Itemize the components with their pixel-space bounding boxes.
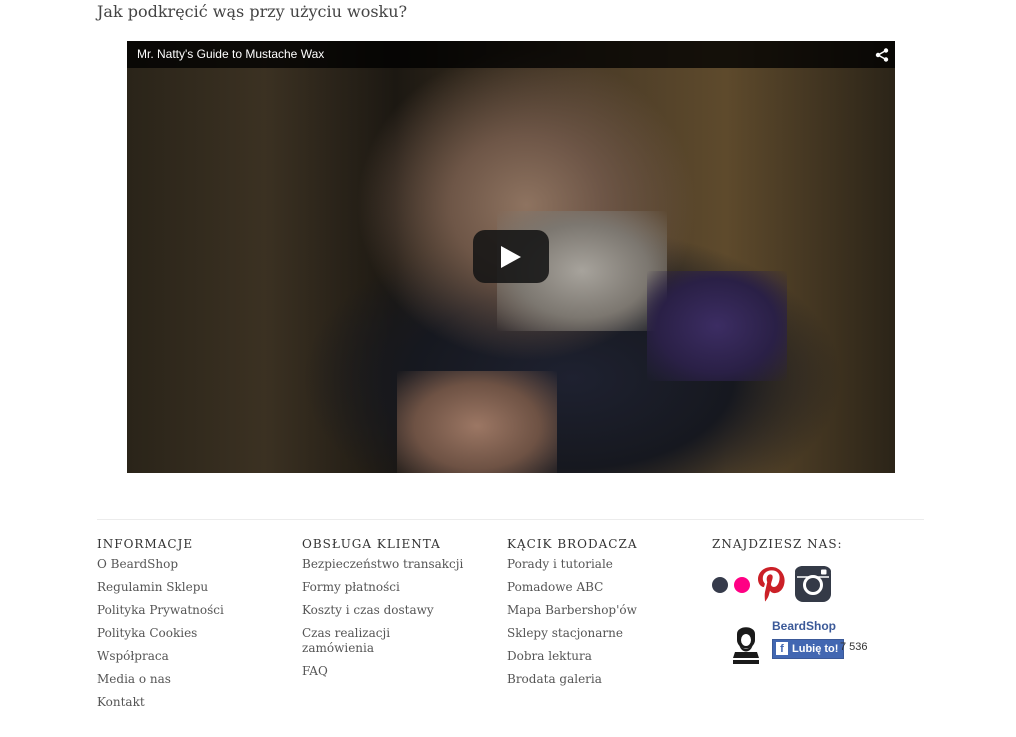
footer-link-czas-realizacji[interactable]: Czas realizacji zamówienia	[302, 626, 392, 656]
video-frame-scarf	[647, 271, 787, 381]
footer-link-o-beardshop[interactable]: O BeardShop	[97, 557, 287, 572]
footer-column-title: KĄCIK BRODACZA	[507, 537, 638, 551]
footer-column-informacje: INFORMACJE O BeardShop Regulamin Sklepu …	[97, 537, 287, 718]
video-player[interactable]: Mr. Natty's Guide to Mustache Wax	[127, 41, 895, 473]
footer-column-obsluga-klienta: OBSŁUGA KLIENTA Bezpieczeństwo transakcj…	[302, 537, 492, 687]
footer-link-porady[interactable]: Porady i tutoriale	[507, 557, 697, 572]
footer-link-mapa-barbershopow[interactable]: Mapa Barbershop'ów	[507, 603, 697, 618]
footer-link-polityka-cookies[interactable]: Polityka Cookies	[97, 626, 287, 641]
footer-link-koszty-dostawy[interactable]: Koszty i czas dostawy	[302, 603, 492, 618]
facebook-icon: f	[776, 642, 788, 655]
instagram-icon[interactable]	[794, 565, 832, 603]
footer-column-social: ZNAJDZIESZ NAS:	[712, 537, 902, 557]
page-title: Jak podkręcić wąs przy użyciu wosku?	[97, 2, 408, 21]
footer-link-dobra-lektura[interactable]: Dobra lektura	[507, 649, 697, 664]
footer-link-brodata-galeria[interactable]: Brodata galeria	[507, 672, 697, 687]
play-button[interactable]	[473, 230, 549, 283]
footer-link-polityka-prywatnosci[interactable]: Polityka Prywatności	[97, 603, 287, 618]
video-frame-hand	[397, 371, 557, 473]
footer-link-media-o-nas[interactable]: Media o nas	[97, 672, 287, 687]
footer-column-title: INFORMACJE	[97, 537, 194, 551]
footer-link-wspolpraca[interactable]: Współpraca	[97, 649, 287, 664]
share-icon[interactable]	[875, 47, 889, 62]
video-title[interactable]: Mr. Natty's Guide to Mustache Wax	[137, 47, 324, 61]
footer-link-faq[interactable]: FAQ	[302, 664, 492, 679]
footer-column-title: OBSŁUGA KLIENTA	[302, 537, 441, 551]
pinterest-icon[interactable]	[755, 565, 789, 603]
footer-link-bezpieczenstwo[interactable]: Bezpieczeństwo transakcji	[302, 557, 492, 572]
video-title-bar: Mr. Natty's Guide to Mustache Wax	[127, 41, 895, 68]
footer-link-formy-platnosci[interactable]: Formy płatności	[302, 580, 492, 595]
play-icon	[501, 246, 521, 268]
facebook-like-button[interactable]: f Lubię to!	[772, 639, 845, 659]
beardshop-logo	[727, 620, 765, 666]
flickr-icon[interactable]	[712, 565, 752, 605]
facebook-like-count: 7 536	[840, 641, 868, 653]
facebook-page-name[interactable]: BeardShop	[772, 619, 836, 633]
footer-divider	[97, 519, 924, 520]
footer-link-kontakt[interactable]: Kontakt	[97, 695, 287, 710]
facebook-like-label: Lubię to!	[792, 643, 839, 655]
social-title: ZNAJDZIESZ NAS:	[712, 537, 843, 551]
footer-link-sklepy[interactable]: Sklepy stacjonarne	[507, 626, 697, 641]
footer-link-pomadowe-abc[interactable]: Pomadowe ABC	[507, 580, 697, 595]
footer-link-regulamin[interactable]: Regulamin Sklepu	[97, 580, 287, 595]
footer-column-kacik-brodacza: KĄCIK BRODACZA Porady i tutoriale Pomado…	[507, 537, 697, 695]
